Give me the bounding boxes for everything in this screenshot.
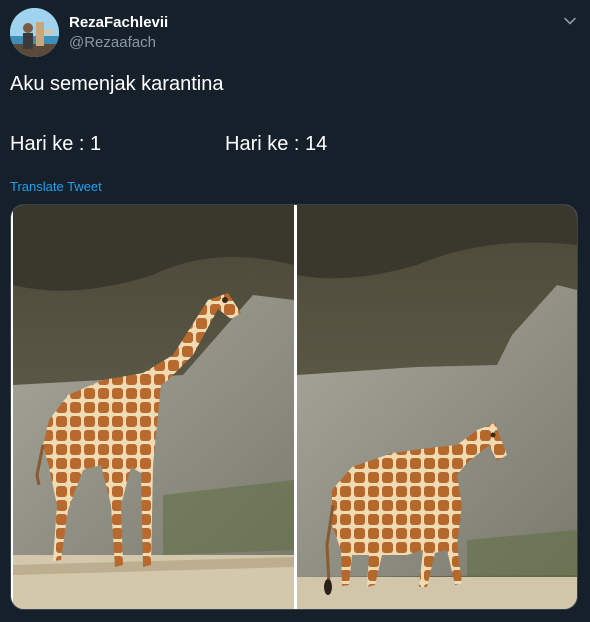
user-handle[interactable]: @Rezaafach (69, 33, 168, 52)
giraffe-photo-day-14[interactable] (297, 205, 577, 609)
giraffe-photo-day-1[interactable] (13, 205, 294, 609)
avatar-image (10, 8, 59, 57)
tweet-media[interactable] (10, 204, 578, 610)
translate-tweet-link[interactable]: Translate Tweet (10, 179, 102, 195)
tweet-author[interactable]: RezaFachlevii @Rezaafach (69, 14, 168, 52)
tweet-text-day-1: Hari ke : 1 (10, 133, 102, 155)
tweet-card: RezaFachlevii @Rezaafach Aku semenjak ka… (0, 0, 590, 622)
display-name[interactable]: RezaFachlevii (69, 14, 168, 32)
avatar[interactable] (10, 8, 59, 57)
tweet-text-line: Aku semenjak karantina (10, 73, 224, 95)
tweet-text-day-14: Hari ke : 14 (225, 133, 328, 155)
chevron-down-icon[interactable] (561, 12, 579, 30)
